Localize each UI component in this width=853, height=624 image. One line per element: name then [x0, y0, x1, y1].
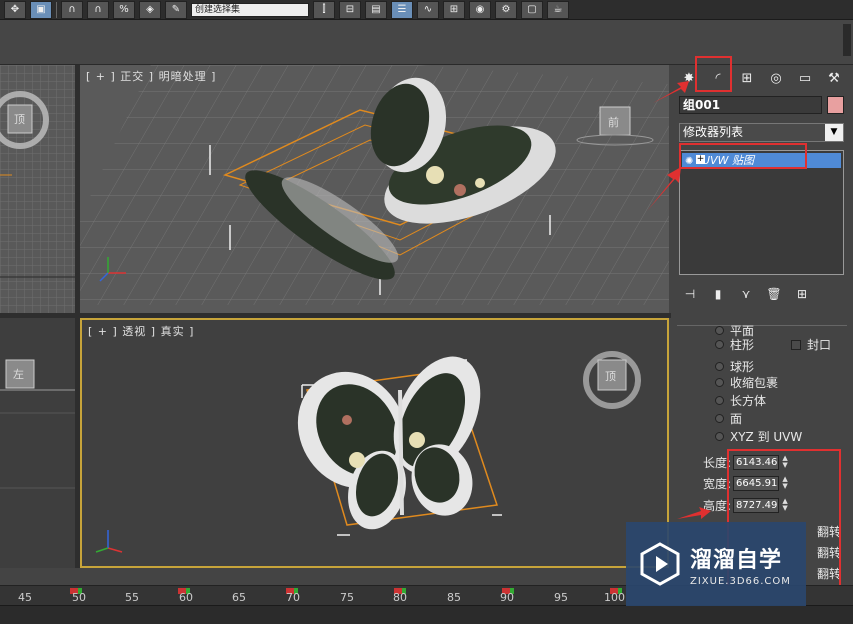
- motion-tab-icon[interactable]: ◎: [764, 67, 788, 89]
- viewport-perspective-label[interactable]: [ + ] 透视 ] 真实 ]: [88, 323, 194, 339]
- timeline-tick: 85: [447, 591, 461, 604]
- timeline-tick: 45: [18, 591, 32, 604]
- cap-checkbox[interactable]: [791, 339, 801, 350]
- timeline-tick: 70: [286, 591, 300, 604]
- remove-modifier-icon[interactable]: 🗑: [765, 287, 783, 301]
- snap-toggle-icon[interactable]: ∩: [61, 0, 83, 19]
- chevron-down-icon[interactable]: ▼: [825, 124, 843, 141]
- object-name-field[interactable]: 组001: [679, 96, 822, 114]
- viewport-top-canvas: 顶: [0, 65, 75, 313]
- configure-sets-icon[interactable]: ⊞: [793, 287, 811, 301]
- angle-snap-icon[interactable]: ∩: [87, 0, 109, 19]
- render-setup-icon[interactable]: ⚙: [495, 0, 517, 19]
- select-region-icon[interactable]: ▣: [30, 0, 52, 19]
- schematic-view-icon[interactable]: ⊞: [443, 0, 465, 19]
- viewport-front[interactable]: 前 [ + ] 正交 ] 明暗处理 ]: [80, 65, 669, 313]
- highlight-modify-tab: [695, 56, 732, 92]
- curve-editor-icon[interactable]: ∿: [417, 0, 439, 19]
- timeline-tick: 95: [554, 591, 568, 604]
- radio-planar[interactable]: [715, 326, 724, 335]
- radio-box[interactable]: [715, 396, 724, 405]
- mapping-option-box[interactable]: 长方体: [715, 392, 766, 409]
- timeline-tick: 65: [232, 591, 246, 604]
- object-color-swatch[interactable]: [827, 96, 844, 114]
- move-icon[interactable]: ✥: [4, 0, 26, 19]
- radio-shrink-wrap[interactable]: [715, 378, 724, 387]
- viewcube-persp-label: 顶: [605, 370, 616, 383]
- mapping-option-xyz-to-uvw[interactable]: XYZ 到 UVW: [715, 428, 802, 445]
- timeline-tick: 100: [604, 591, 625, 604]
- named-selection-set-dropdown[interactable]: 创建选择集: [191, 2, 309, 17]
- viewport-perspective[interactable]: 顶 [ + ] 透视 ] 真实 ]: [80, 318, 669, 568]
- timeline-tick: 80: [393, 591, 407, 604]
- stack-toolbar: ⊣ ▮ ⋎ 🗑 ⊞: [681, 283, 811, 305]
- cap-checkbox-row[interactable]: 封口: [791, 336, 831, 353]
- hierarchy-tab-icon[interactable]: ⊞: [735, 67, 759, 89]
- utilities-tab-icon[interactable]: ⚒: [822, 67, 846, 89]
- viewport-front-label[interactable]: [ + ] 正交 ] 明暗处理 ]: [86, 68, 216, 84]
- mapping-option-shrink-wrap[interactable]: 收缩包裹: [715, 374, 778, 391]
- main-toolbar: ✥ ▣ ∩ ∩ % ◈ ✎ 创建选择集 ⫿ ⊟ ▤ ☰ ∿ ⊞ ◉ ⚙ ▢ ☕: [0, 0, 853, 20]
- modifier-list-dropdown[interactable]: 修改器列表 ▼: [679, 123, 844, 142]
- timeline-tick: 50: [72, 591, 86, 604]
- show-end-result-icon[interactable]: ▮: [709, 287, 727, 301]
- viewport-left[interactable]: 左: [0, 318, 75, 568]
- mapping-option-spherical[interactable]: 球形: [715, 358, 754, 375]
- toolbar-divider: [56, 1, 57, 18]
- timeline-tick: 55: [125, 591, 139, 604]
- watermark-title: 溜溜自学: [690, 547, 783, 573]
- material-editor-icon[interactable]: ◉: [469, 0, 491, 19]
- viewcube-front-label: 前: [608, 115, 619, 129]
- watermark: 溜溜自学 ZIXUE.3D66.COM: [626, 522, 806, 606]
- mapping-option-cylindrical[interactable]: 柱形: [715, 336, 754, 353]
- render-icon[interactable]: ☕: [547, 0, 569, 19]
- mapping-option-face[interactable]: 面: [715, 410, 742, 427]
- percent-snap-icon[interactable]: %: [113, 0, 135, 19]
- timeline-tick: 60: [179, 591, 193, 604]
- timeline-tick: 90: [500, 591, 514, 604]
- radio-xyz-to-uvw[interactable]: [715, 432, 724, 441]
- viewport-left-canvas: 左: [0, 318, 75, 568]
- highlight-stack-item: [679, 143, 807, 169]
- pin-stack-icon[interactable]: ⊣: [681, 287, 699, 301]
- scene-explorer-icon[interactable]: ☰: [391, 0, 413, 19]
- spinner-snap-icon[interactable]: ◈: [139, 0, 161, 19]
- edit-named-selection-icon[interactable]: ✎: [165, 0, 187, 19]
- layer-manager-icon[interactable]: ▤: [365, 0, 387, 19]
- display-tab-icon[interactable]: ▭: [793, 67, 817, 89]
- timeline-tick: 75: [340, 591, 354, 604]
- annotation-arrow-icon: [647, 167, 681, 211]
- make-unique-icon[interactable]: ⋎: [737, 287, 755, 301]
- viewport-perspective-canvas: 顶: [82, 320, 667, 566]
- rendered-frame-icon[interactable]: ▢: [521, 0, 543, 19]
- radio-cylindrical[interactable]: [715, 340, 724, 349]
- mirror-icon[interactable]: ⫿: [313, 0, 335, 19]
- ribbon-scroll[interactable]: [843, 24, 851, 56]
- modifier-list-label: 修改器列表: [683, 125, 744, 139]
- watermark-logo-icon: [640, 542, 680, 586]
- radio-spherical[interactable]: [715, 362, 724, 371]
- align-icon[interactable]: ⊟: [339, 0, 361, 19]
- viewcube-left-label: 左: [13, 368, 24, 381]
- viewport-front-canvas: 前: [80, 65, 669, 313]
- viewport-top[interactable]: 顶: [0, 65, 75, 313]
- command-panel: ✸ ◜ ⊞ ◎ ▭ ⚒ 组001 修改器列表 ▼ ✺ + UVW 贴图 ⊣ ▮ …: [647, 56, 853, 587]
- status-bar: [0, 605, 853, 624]
- radio-face[interactable]: [715, 414, 724, 423]
- watermark-url: ZIXUE.3D66.COM: [690, 575, 791, 587]
- viewcube-top-label: 顶: [14, 113, 25, 126]
